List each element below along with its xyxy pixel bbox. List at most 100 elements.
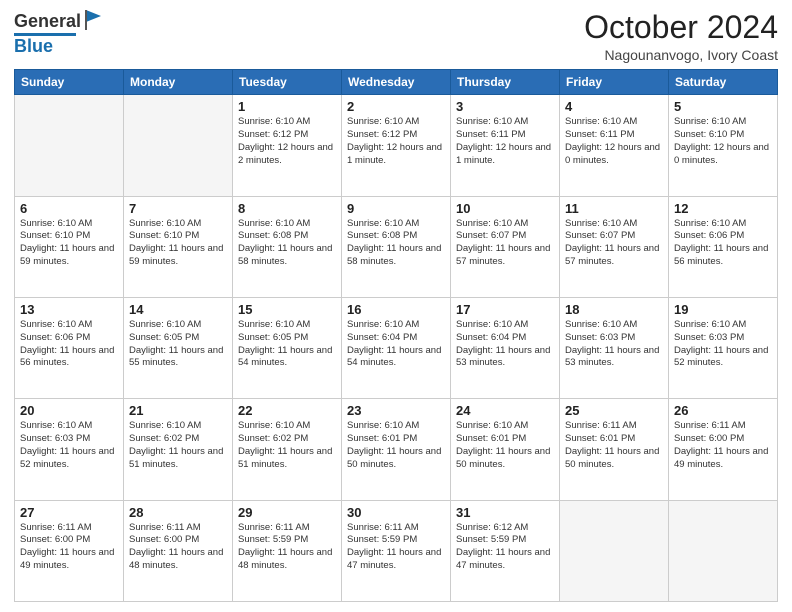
day-number: 8 — [238, 201, 336, 216]
day-number: 9 — [347, 201, 445, 216]
calendar-header-row: Sunday Monday Tuesday Wednesday Thursday… — [15, 70, 778, 95]
calendar-table: Sunday Monday Tuesday Wednesday Thursday… — [14, 69, 778, 602]
day-info: Sunrise: 6:10 AM Sunset: 6:10 PM Dayligh… — [129, 218, 227, 269]
col-saturday: Saturday — [669, 70, 778, 95]
table-row: 11Sunrise: 6:10 AM Sunset: 6:07 PM Dayli… — [560, 196, 669, 297]
month-title: October 2024 — [584, 10, 778, 45]
day-info: Sunrise: 6:10 AM Sunset: 6:02 PM Dayligh… — [129, 420, 227, 471]
col-thursday: Thursday — [451, 70, 560, 95]
day-number: 10 — [456, 201, 554, 216]
table-row: 18 Sunrise: 6:10 AM Sunset: 6:03 PM Dayli… — [560, 297, 669, 398]
day-number: 17 — [456, 302, 554, 317]
location: Nagounanvogo, Ivory Coast — [584, 47, 778, 63]
calendar-week-row: 13Sunrise: 6:10 AM Sunset: 6:06 PM Dayli… — [15, 297, 778, 398]
day-number: 24 — [456, 403, 554, 418]
logo-blue-text: Blue — [14, 36, 53, 57]
logo: General Blue — [14, 10, 103, 57]
day-info: Sunrise: 6:10 AM Sunset: 6:07 PM Dayligh… — [565, 218, 663, 269]
table-row: 30 Sunrise: 6:11 AM Sunset: 5:59 PM Dayli… — [342, 500, 451, 601]
day-number: 31 — [456, 505, 554, 520]
day-info: Sunrise: 6:10 AM Sunset: 6:04 PM Dayligh… — [347, 319, 445, 370]
table-row: 23Sunrise: 6:10 AM Sunset: 6:01 PM Dayli… — [342, 399, 451, 500]
day-number: 12 — [674, 201, 772, 216]
day-number: 7 — [129, 201, 227, 216]
table-row: 2 Sunrise: 6:10 AM Sunset: 6:12 PM Daylig… — [342, 95, 451, 196]
day-info: Sunrise: 6:10 AM Sunset: 6:04 PM Dayligh… — [456, 319, 554, 370]
logo-flag-icon — [83, 8, 103, 32]
table-row: 29 Sunrise: 6:11 AM Sunset: 5:59 PM Dayli… — [233, 500, 342, 601]
day-number: 1 — [238, 99, 336, 114]
day-info: Sunrise: 6:10 AM Sunset: 6:03 PM Dayligh… — [674, 319, 772, 370]
day-number: 21 — [129, 403, 227, 418]
day-number: 4 — [565, 99, 663, 114]
table-row: 20Sunrise: 6:10 AM Sunset: 6:03 PM Dayli… — [15, 399, 124, 500]
day-info: Sunrise: 6:11 AM Sunset: 5:59 PM Dayligh… — [347, 522, 445, 573]
day-number: 19 — [674, 302, 772, 317]
day-number: 29 — [238, 505, 336, 520]
day-info: Sunrise: 6:11 AM Sunset: 6:00 PM Dayligh… — [20, 522, 118, 573]
day-info: Sunrise: 6:10 AM Sunset: 6:11 PM Dayligh… — [456, 116, 554, 167]
day-number: 26 — [674, 403, 772, 418]
day-number: 18 — [565, 302, 663, 317]
table-row: 21 Sunrise: 6:10 AM Sunset: 6:02 PM Dayli… — [124, 399, 233, 500]
table-row: 12Sunrise: 6:10 AM Sunset: 6:06 PM Dayli… — [669, 196, 778, 297]
day-number: 22 — [238, 403, 336, 418]
table-row — [560, 500, 669, 601]
calendar-week-row: 1 Sunrise: 6:10 AM Sunset: 6:12 PM Daylig… — [15, 95, 778, 196]
day-number: 27 — [20, 505, 118, 520]
table-row — [15, 95, 124, 196]
header: General Blue October 2024 Nagounanvogo, … — [14, 10, 778, 63]
day-info: Sunrise: 6:10 AM Sunset: 6:12 PM Dayligh… — [347, 116, 445, 167]
table-row: 15Sunrise: 6:10 AM Sunset: 6:05 PM Dayli… — [233, 297, 342, 398]
table-row: 31 Sunrise: 6:12 AM Sunset: 5:59 PM Dayli… — [451, 500, 560, 601]
day-info: Sunrise: 6:10 AM Sunset: 6:10 PM Dayligh… — [20, 218, 118, 269]
day-number: 16 — [347, 302, 445, 317]
day-number: 6 — [20, 201, 118, 216]
table-row: 26 Sunrise: 6:11 AM Sunset: 6:00 PM Dayli… — [669, 399, 778, 500]
title-block: October 2024 Nagounanvogo, Ivory Coast — [584, 10, 778, 63]
table-row — [124, 95, 233, 196]
day-info: Sunrise: 6:12 AM Sunset: 5:59 PM Dayligh… — [456, 522, 554, 573]
col-wednesday: Wednesday — [342, 70, 451, 95]
day-number: 5 — [674, 99, 772, 114]
day-info: Sunrise: 6:10 AM Sunset: 6:08 PM Dayligh… — [238, 218, 336, 269]
table-row: 28Sunrise: 6:11 AM Sunset: 6:00 PM Dayli… — [124, 500, 233, 601]
calendar-week-row: 27 Sunrise: 6:11 AM Sunset: 6:00 PM Dayli… — [15, 500, 778, 601]
day-info: Sunrise: 6:10 AM Sunset: 6:05 PM Dayligh… — [238, 319, 336, 370]
day-info: Sunrise: 6:11 AM Sunset: 6:00 PM Dayligh… — [674, 420, 772, 471]
day-info: Sunrise: 6:10 AM Sunset: 6:12 PM Dayligh… — [238, 116, 336, 167]
day-number: 13 — [20, 302, 118, 317]
day-info: Sunrise: 6:11 AM Sunset: 5:59 PM Dayligh… — [238, 522, 336, 573]
logo-general-text: General — [14, 11, 81, 32]
day-number: 14 — [129, 302, 227, 317]
day-number: 30 — [347, 505, 445, 520]
table-row: 19 Sunrise: 6:10 AM Sunset: 6:03 PM Dayli… — [669, 297, 778, 398]
table-row: 17 Sunrise: 6:10 AM Sunset: 6:04 PM Dayli… — [451, 297, 560, 398]
calendar-week-row: 6 Sunrise: 6:10 AM Sunset: 6:10 PM Daylig… — [15, 196, 778, 297]
calendar-week-row: 20Sunrise: 6:10 AM Sunset: 6:03 PM Dayli… — [15, 399, 778, 500]
table-row: 27 Sunrise: 6:11 AM Sunset: 6:00 PM Dayli… — [15, 500, 124, 601]
day-info: Sunrise: 6:10 AM Sunset: 6:07 PM Dayligh… — [456, 218, 554, 269]
day-info: Sunrise: 6:11 AM Sunset: 6:01 PM Dayligh… — [565, 420, 663, 471]
col-monday: Monday — [124, 70, 233, 95]
day-info: Sunrise: 6:10 AM Sunset: 6:01 PM Dayligh… — [456, 420, 554, 471]
table-row: 6 Sunrise: 6:10 AM Sunset: 6:10 PM Daylig… — [15, 196, 124, 297]
day-info: Sunrise: 6:10 AM Sunset: 6:05 PM Dayligh… — [129, 319, 227, 370]
table-row: 16 Sunrise: 6:10 AM Sunset: 6:04 PM Dayli… — [342, 297, 451, 398]
day-number: 3 — [456, 99, 554, 114]
day-info: Sunrise: 6:10 AM Sunset: 6:01 PM Dayligh… — [347, 420, 445, 471]
table-row: 9 Sunrise: 6:10 AM Sunset: 6:08 PM Daylig… — [342, 196, 451, 297]
table-row: 4Sunrise: 6:10 AM Sunset: 6:11 PM Daylig… — [560, 95, 669, 196]
day-number: 2 — [347, 99, 445, 114]
table-row: 25Sunrise: 6:11 AM Sunset: 6:01 PM Dayli… — [560, 399, 669, 500]
day-info: Sunrise: 6:10 AM Sunset: 6:10 PM Dayligh… — [674, 116, 772, 167]
day-info: Sunrise: 6:10 AM Sunset: 6:03 PM Dayligh… — [20, 420, 118, 471]
table-row: 24 Sunrise: 6:10 AM Sunset: 6:01 PM Dayli… — [451, 399, 560, 500]
day-number: 28 — [129, 505, 227, 520]
table-row: 14 Sunrise: 6:10 AM Sunset: 6:05 PM Dayli… — [124, 297, 233, 398]
day-info: Sunrise: 6:10 AM Sunset: 6:08 PM Dayligh… — [347, 218, 445, 269]
table-row: 22Sunrise: 6:10 AM Sunset: 6:02 PM Dayli… — [233, 399, 342, 500]
day-info: Sunrise: 6:10 AM Sunset: 6:03 PM Dayligh… — [565, 319, 663, 370]
col-friday: Friday — [560, 70, 669, 95]
col-sunday: Sunday — [15, 70, 124, 95]
